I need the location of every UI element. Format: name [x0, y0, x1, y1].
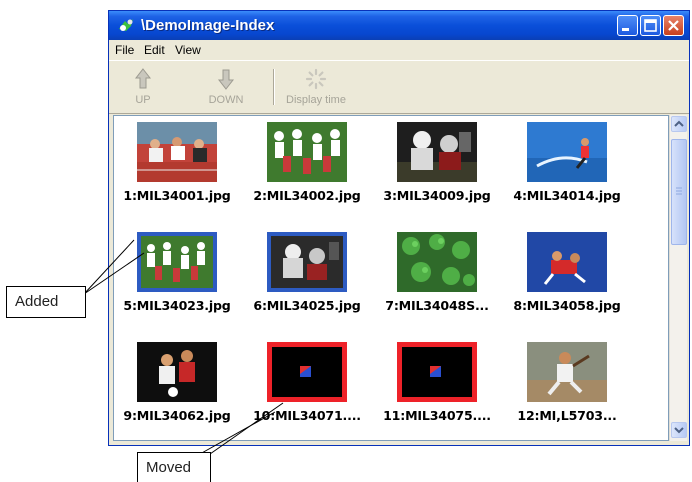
callout-added-label: Added [15, 293, 59, 310]
title-bar[interactable]: \DemoImage-Index [109, 11, 689, 40]
thumbnail-image [137, 342, 217, 402]
toolbar: UP DOWN Display time [109, 60, 689, 114]
thumbnail-label: 9:MIL34062.jpg [123, 408, 231, 423]
thumbnail-label: 2:MIL34002.jpg [253, 188, 361, 203]
thumbnail-label: 6:MIL34025.jpg [253, 298, 361, 313]
thumbnail-image-selected [267, 232, 347, 292]
thumbnail-image [527, 232, 607, 292]
display-time-label: Display time [286, 94, 346, 106]
app-icon [119, 19, 133, 31]
thumbnail-label: 7:MIL34048S... [385, 298, 489, 313]
thumbnail-item[interactable]: 6:MIL34025.jpg [244, 226, 370, 336]
up-label: UP [135, 94, 151, 106]
maximize-icon [644, 19, 657, 32]
thumbnail-item[interactable]: 10:MIL34071.... [244, 336, 370, 440]
chevron-down-icon [674, 427, 684, 434]
thumbnail-item[interactable]: 4:MIL34014.jpg [504, 116, 630, 226]
toolbar-separator [273, 69, 275, 105]
image-placeholder-icon [272, 347, 342, 397]
thumbnail-image [527, 122, 607, 182]
minimize-icon [622, 28, 629, 31]
app-window: \DemoImage-Index File Edit View UP DOWN [108, 10, 690, 446]
down-button[interactable]: DOWN [201, 67, 251, 106]
vertical-scrollbar[interactable] [669, 115, 687, 441]
thumbnail-image-moved [397, 342, 477, 402]
chevron-up-icon [674, 120, 684, 127]
thumbnail-item[interactable]: 1:MIL34001.jpg [114, 116, 240, 226]
up-button[interactable]: UP [121, 67, 165, 106]
thumbnail-label: 8:MIL34058.jpg [513, 298, 621, 313]
menu-edit[interactable]: Edit [144, 43, 165, 57]
scroll-up-button[interactable] [671, 116, 687, 132]
thumbnail-label: 11:MIL34075.... [383, 408, 491, 423]
down-label: DOWN [208, 94, 244, 106]
thumbnail-label: 5:MIL34023.jpg [123, 298, 231, 313]
thumbnail-item[interactable]: 2:MIL34002.jpg [244, 116, 370, 226]
thumbnail-image-selected [137, 232, 217, 292]
thumbnail-image [397, 122, 477, 182]
thumbnail-label: 1:MIL34001.jpg [123, 188, 231, 203]
thumbnail-image [527, 342, 607, 402]
close-icon [668, 20, 679, 31]
image-placeholder-icon [402, 347, 472, 397]
scroll-thumb[interactable] [671, 139, 687, 245]
thumbnail-image [397, 232, 477, 292]
thumbnail-item[interactable]: 5:MIL34023.jpg [114, 226, 240, 336]
thumbnail-image [267, 122, 347, 182]
thumbnail-item[interactable]: 11:MIL34075.... [374, 336, 500, 440]
thumbnail-label: 10:MIL34071.... [253, 408, 361, 423]
menu-file[interactable]: File [115, 43, 134, 57]
menu-bar: File Edit View [109, 40, 689, 60]
window-title: \DemoImage-Index [141, 17, 275, 34]
callout-moved-label: Moved [146, 459, 192, 476]
thumbnail-item[interactable]: 12:MI,L5703... [504, 336, 630, 440]
thumbnail-item[interactable]: 9:MIL34062.jpg [114, 336, 240, 440]
arrow-down-icon [217, 69, 235, 90]
arrow-up-icon [134, 68, 152, 89]
thumbnail-item[interactable]: 7:MIL34048S... [374, 226, 500, 336]
thumbnail-list[interactable]: 1:MIL34001.jpg 2:MIL34002.jpg 3:MIL34009… [113, 115, 669, 441]
thumbnail-label: 4:MIL34014.jpg [513, 188, 621, 203]
thumbnail-label: 12:MI,L5703... [517, 408, 617, 423]
display-time-button[interactable]: Display time [279, 67, 353, 106]
thumbnail-image [137, 122, 217, 182]
close-button[interactable] [663, 15, 684, 36]
menu-view[interactable]: View [175, 43, 201, 57]
scroll-down-button[interactable] [671, 422, 687, 438]
thumbnail-item[interactable]: 3:MIL34009.jpg [374, 116, 500, 226]
callout-added: Added [6, 286, 86, 318]
clock-spinner-icon [305, 68, 327, 90]
thumbnail-label: 3:MIL34009.jpg [383, 188, 491, 203]
thumbnail-image-moved [267, 342, 347, 402]
grip-icon [676, 187, 682, 195]
thumbnail-item[interactable]: 8:MIL34058.jpg [504, 226, 630, 336]
minimize-button[interactable] [617, 15, 638, 36]
maximize-button[interactable] [640, 15, 661, 36]
